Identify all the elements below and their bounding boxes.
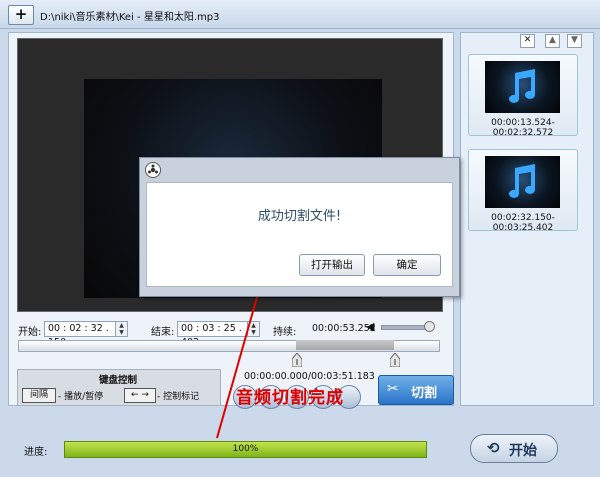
space-key-desc: - 播放/暂停	[58, 392, 104, 402]
end-marker-handle[interactable]	[390, 353, 400, 367]
dialog-body: 成功切割文件! 打开输出 确定	[146, 182, 453, 287]
dialog-message: 成功切割文件!	[257, 209, 342, 224]
segment-item[interactable]: 00:02:32.150-00:03:25.402	[468, 149, 578, 233]
refresh-icon: ⟲	[487, 439, 500, 457]
delete-segment-button[interactable]: ✕	[520, 34, 535, 48]
progress-label: 进度:	[24, 447, 48, 458]
cut-button[interactable]: ✂ 切割	[378, 375, 454, 405]
start-marker-handle[interactable]	[292, 353, 302, 367]
arrow-key-desc: - 控制标记	[157, 392, 200, 402]
start-time-label: 开始:	[18, 327, 42, 338]
move-down-button[interactable]: ▼	[567, 34, 582, 48]
segment-time-range: 00:02:32.150-00:03:25.402	[491, 213, 555, 233]
cut-button-label: 切割	[411, 386, 438, 401]
add-file-button[interactable]: +	[8, 5, 34, 25]
file-path: D:\niki\音乐素材\Kei - 星星和太阳.mp3	[40, 12, 220, 23]
end-time-label: 结束:	[151, 327, 175, 338]
scissors-icon: ✂	[387, 381, 399, 397]
segment-item[interactable]: 00:00:13.524-00:02:32.572	[468, 54, 578, 138]
progress-bar: 100%	[64, 441, 427, 458]
open-output-button[interactable]: 打开输出	[299, 254, 365, 276]
move-up-button[interactable]: ▲	[545, 34, 560, 48]
selected-range	[296, 340, 394, 350]
segment-thumbnail	[485, 61, 560, 113]
keyboard-help-title: 键盘控制	[99, 375, 138, 386]
music-note-icon	[509, 69, 535, 103]
success-dialog: 成功切割文件! 打开输出 确定	[139, 157, 460, 297]
space-key: 间隔	[22, 388, 56, 403]
volume-icon[interactable]: ◀	[366, 320, 374, 333]
app-icon	[145, 162, 161, 178]
start-time-input[interactable]: 00 : 02 : 32 . 150	[44, 321, 116, 348]
keyboard-help: 键盘控制 间隔 - 播放/暂停 ← → - 控制标记	[17, 369, 221, 406]
segment-thumbnail	[485, 156, 560, 208]
arrow-keys: ← →	[124, 388, 156, 403]
music-note-icon	[509, 164, 535, 198]
start-button-label: 开始	[509, 443, 537, 459]
start-time-spinner[interactable]: ▲ ▼	[115, 321, 128, 337]
volume-slider-handle[interactable]	[424, 321, 435, 332]
start-button[interactable]: ⟲ 开始	[470, 434, 558, 463]
segment-time-range: 00:00:13.524-00:02:32.572	[491, 118, 555, 138]
ok-button[interactable]: 确定	[373, 254, 441, 276]
